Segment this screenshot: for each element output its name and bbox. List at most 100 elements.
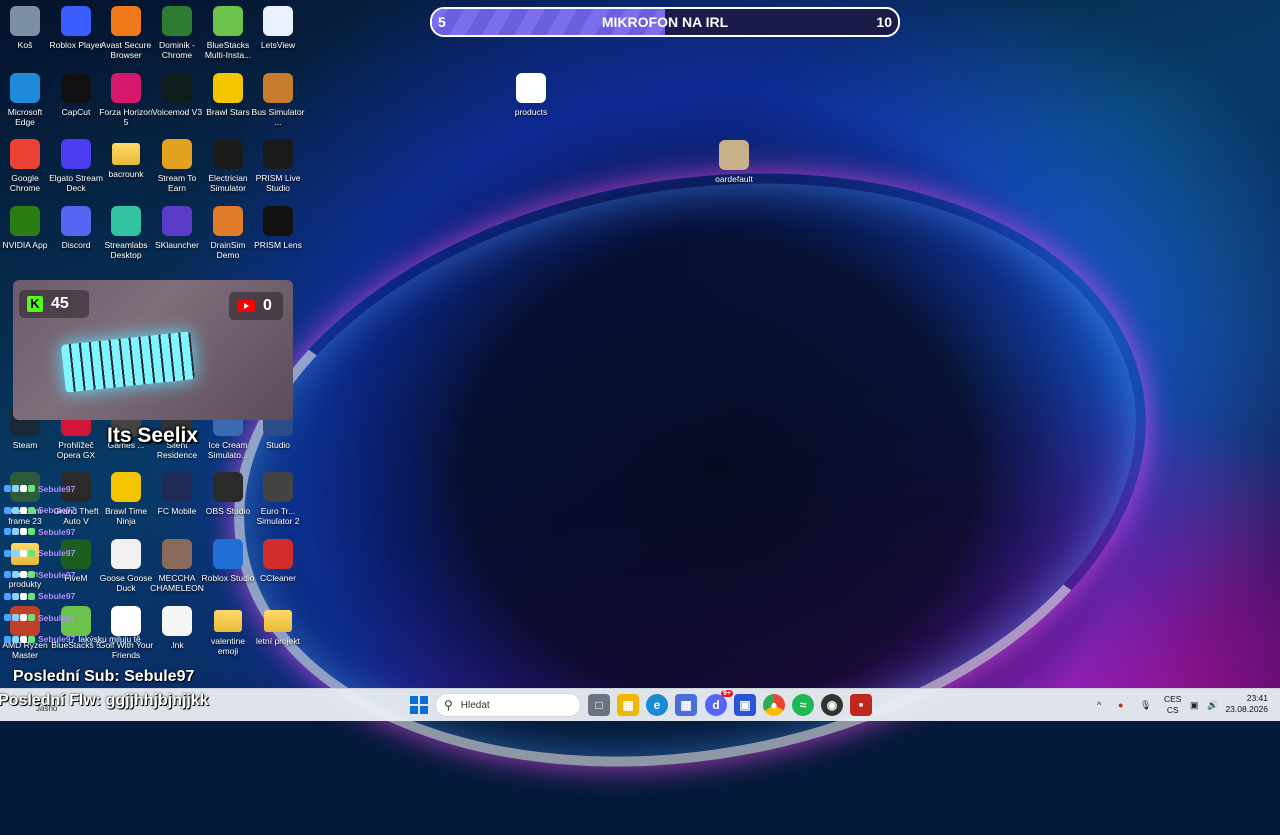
chrome-icon	[162, 6, 192, 36]
nvidia-icon	[10, 206, 40, 236]
desktop-icon[interactable]: Brawl Stars	[200, 73, 256, 117]
chat-badge-icon	[28, 635, 35, 643]
chat-badge-icon	[4, 592, 11, 600]
stream-deck-icon	[61, 139, 91, 169]
chat-badge-icon	[20, 549, 27, 557]
desktop-icon[interactable]: Dominik - Chrome	[149, 6, 205, 60]
taskbar-search[interactable]: ⚲ Hledat	[435, 693, 581, 717]
desktop-icon[interactable]: PRISM Live Studio	[250, 139, 306, 193]
chat-message: Sebule97	[4, 543, 224, 565]
chat-message: Sebule97	[4, 586, 224, 608]
desktop-icon[interactable]: Forza Horizon 5	[98, 73, 154, 127]
file-explorer-icon[interactable]: ▦	[617, 694, 639, 716]
desktop-icon[interactable]: Avast Secure Browser	[98, 6, 154, 60]
show-hidden-icons[interactable]: ^	[1097, 689, 1101, 721]
desktop-icon[interactable]: Bus Simulator ...	[250, 73, 306, 127]
chat-badge-icon	[20, 571, 27, 579]
desktop-icon[interactable]: CapCut	[48, 73, 104, 117]
desktop-icon[interactable]: Streamlabs Desktop	[98, 206, 154, 260]
streamer-name: Its Seelix	[107, 424, 199, 447]
roblox-icon	[61, 6, 91, 36]
chat-badge-icon	[20, 592, 27, 600]
desktop-icon[interactable]: SKlauncher	[149, 206, 205, 250]
chat-badges	[4, 592, 35, 600]
desktop-icon[interactable]: Koš	[0, 6, 53, 50]
edge-icon[interactable]: e	[646, 694, 668, 716]
desktop-icon[interactable]: BlueStacks Multi-Insta...	[200, 6, 256, 60]
desktop-icon[interactable]: Euro Tr... Simulator 2	[250, 472, 306, 526]
desktop-icon[interactable]: Discord	[48, 206, 104, 250]
ets2-icon	[263, 472, 293, 502]
desktop-icon[interactable]: Microsoft Edge	[0, 73, 53, 127]
chat-badge-icon	[12, 635, 19, 643]
desktop-icon[interactable]: products	[503, 73, 559, 117]
discord-taskbar-icon[interactable]: d 9+	[705, 690, 733, 716]
voicemod-icon	[162, 73, 192, 103]
desktop-icon[interactable]: Google Chrome	[0, 139, 53, 193]
desktop-icon-label: Discord	[61, 240, 91, 250]
desktop-icon[interactable]: oardefault	[706, 140, 762, 184]
chat-badge-icon	[12, 506, 19, 514]
chat-badge-icon	[4, 571, 11, 579]
chat-badge-icon	[12, 614, 19, 622]
desktop-icon[interactable]: bacrounk	[98, 139, 154, 179]
chat-badges	[4, 549, 35, 557]
streaming-app-icon[interactable]: ■	[850, 694, 872, 716]
chrome-icon	[10, 139, 40, 169]
desktop-icon-label: Electrician Simulator	[208, 173, 248, 193]
clock-time: 23:41	[1246, 693, 1268, 703]
forza-icon	[111, 73, 141, 103]
desktop-icon[interactable]: PRISM Lens	[250, 206, 306, 250]
chat-message: Sebule97	[4, 607, 224, 629]
desktop-icon[interactable]: Roblox Player	[48, 6, 104, 50]
desktop-icon[interactable]: CCleaner	[250, 539, 306, 583]
desktop-icon-label: BlueStacks Multi-Insta...	[204, 40, 252, 60]
microphone-icon[interactable]: 🎙	[1140, 689, 1151, 721]
desktop-icon-label: Bus Simulator ...	[251, 107, 305, 127]
desktop-icon[interactable]: LetsView	[250, 6, 306, 50]
chat-badge-icon	[4, 614, 11, 622]
store-icon[interactable]: ▦	[675, 694, 697, 716]
ccleaner-icon	[263, 539, 293, 569]
roblox-taskbar-icon[interactable]: ▣	[734, 694, 756, 716]
spotify-icon[interactable]: ≈	[792, 694, 814, 716]
obs-taskbar-icon[interactable]: ◉	[821, 694, 843, 716]
desktop-icon-label: letní projekt	[256, 636, 300, 646]
input-language-indicator[interactable]: CES CS	[1164, 694, 1181, 716]
avast-icon	[111, 6, 141, 36]
desktop-icon-label: LetsView	[260, 40, 296, 50]
kick-viewer-counter: K 45	[19, 290, 89, 318]
desktop-icon[interactable]: Electrician Simulator	[200, 139, 256, 193]
desktop-icon[interactable]: Stream To Earn	[149, 139, 205, 193]
last-follow-label: Poslední Flw: ggjjhhjbjnjjkk	[0, 692, 209, 709]
task-view-icon[interactable]: □	[588, 694, 610, 716]
goal-end-value: 10	[876, 14, 892, 30]
chat-username: Sebule97	[38, 548, 76, 559]
chat-text: lakýsku miluju tě	[78, 634, 141, 645]
youtube-icon	[237, 300, 255, 312]
folder-icon	[112, 143, 140, 165]
desktop-icon[interactable]: letní projekt	[250, 606, 306, 646]
search-icon: ⚲	[444, 698, 453, 712]
desktop-icon-label: Google Chrome	[9, 173, 41, 193]
desktop-icon-label: Steam	[12, 440, 38, 450]
prism-icon	[263, 139, 293, 169]
search-placeholder: Hledat	[460, 699, 490, 711]
chrome-taskbar-icon[interactable]: ●	[763, 694, 785, 716]
desktop-icon[interactable]: Elgato Stream Deck	[48, 139, 104, 193]
brawl-stars-icon	[213, 73, 243, 103]
chat-badges	[4, 614, 35, 622]
start-button[interactable]	[408, 694, 430, 716]
taskbar-clock[interactable]: 23:41 23.08.2026	[1225, 693, 1268, 715]
chat-badge-icon	[20, 635, 27, 643]
desktop-icon[interactable]: DrainSim Demo	[200, 206, 256, 260]
chat-badge-icon	[28, 549, 35, 557]
sklauncher-icon	[162, 206, 192, 236]
volume-icon[interactable]: 🔊	[1207, 689, 1218, 721]
network-icon[interactable]: ▣	[1190, 689, 1199, 721]
antivirus-tray-icon[interactable]: ●	[1118, 689, 1123, 721]
desktop-icon[interactable]: NVIDIA App	[0, 206, 53, 250]
desktop-icon-label: Voicemod V3	[151, 107, 203, 117]
chat-badge-icon	[4, 506, 11, 514]
desktop-icon[interactable]: Voicemod V3	[149, 73, 205, 117]
